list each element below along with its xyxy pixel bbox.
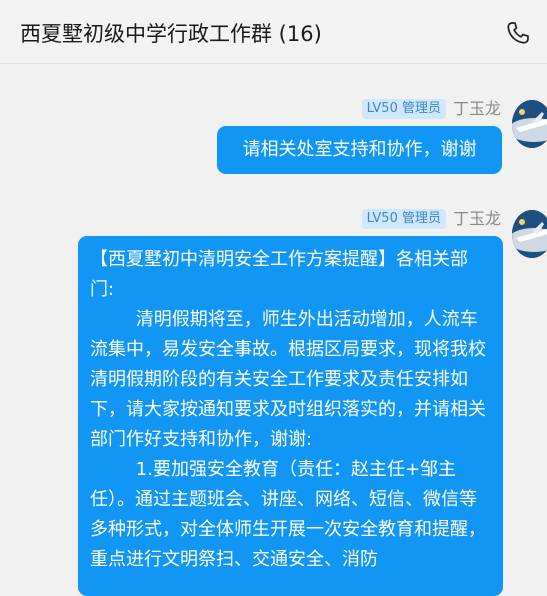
member-level-badge: LV50 管理员	[361, 99, 446, 119]
group-title: 西夏墅初级中学行政工作群 (16)	[20, 22, 322, 46]
message-paragraph: 1.要加强安全教育（责任：赵主任+邹主任）。通过主题班会、讲座、网络、短信、微信…	[90, 459, 486, 570]
member-level-badge: LV50 管理员	[361, 209, 446, 229]
avatar[interactable]	[512, 100, 547, 148]
sender-row: LV50 管理员 丁玉龙	[361, 98, 501, 120]
sender-name: 丁玉龙	[452, 209, 501, 228]
message-bubble[interactable]: 【西夏墅初中清明安全工作方案提醒】各相关部门: 清明假期将至，师生外出活动增加，…	[78, 236, 503, 596]
message-paragraph: 【西夏墅初中清明安全工作方案提醒】各相关部门:	[90, 249, 468, 300]
chat-header: 西夏墅初级中学行政工作群 (16)	[0, 0, 547, 64]
message-paragraph: 清明假期将至，师生外出活动增加，人流车流集中，易发安全事故。根据区局要求，现将我…	[90, 309, 486, 450]
phone-icon[interactable]	[505, 20, 531, 46]
sender-name: 丁玉龙	[452, 99, 501, 118]
message-bubble[interactable]: 请相关处室支持和协作，谢谢	[217, 126, 502, 174]
sender-row: LV50 管理员 丁玉龙	[361, 208, 501, 230]
avatar[interactable]	[512, 210, 547, 258]
